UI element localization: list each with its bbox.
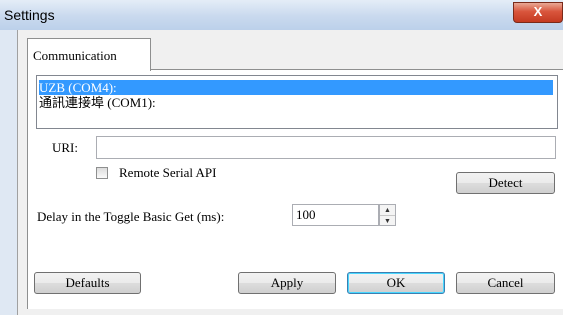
uri-input[interactable] [96, 136, 556, 159]
remote-serial-checkbox[interactable] [96, 167, 108, 179]
cancel-button[interactable]: Cancel [456, 272, 555, 294]
port-item-uzb[interactable]: UZB (COM4): [39, 80, 553, 95]
tab-communication[interactable]: Communication [27, 38, 151, 71]
window-title: Settings [4, 7, 55, 23]
spin-up-icon[interactable]: ▲ [380, 205, 395, 216]
spin-down-icon[interactable]: ▼ [380, 216, 395, 226]
delay-spinner[interactable]: ▲ ▼ [379, 204, 396, 226]
close-button[interactable]: X [513, 2, 563, 23]
remote-serial-label: Remote Serial API [119, 165, 217, 180]
port-list[interactable]: UZB (COM4): 通訊連接埠 (COM1): [36, 75, 558, 129]
close-icon: X [533, 4, 543, 19]
apply-button[interactable]: Apply [238, 272, 336, 294]
tab-label: Communication [33, 48, 117, 63]
uri-label: URI: [52, 140, 78, 155]
port-item-com1[interactable]: 通訊連接埠 (COM1): [39, 95, 553, 110]
delay-input[interactable] [292, 204, 379, 226]
defaults-button[interactable]: Defaults [34, 272, 141, 294]
ok-button[interactable]: OK [347, 272, 445, 294]
title-bar: Settings X [0, 0, 563, 31]
window-left-border [0, 30, 17, 315]
detect-button[interactable]: Detect [456, 172, 555, 194]
delay-label: Delay in the Toggle Basic Get (ms): [37, 209, 225, 224]
